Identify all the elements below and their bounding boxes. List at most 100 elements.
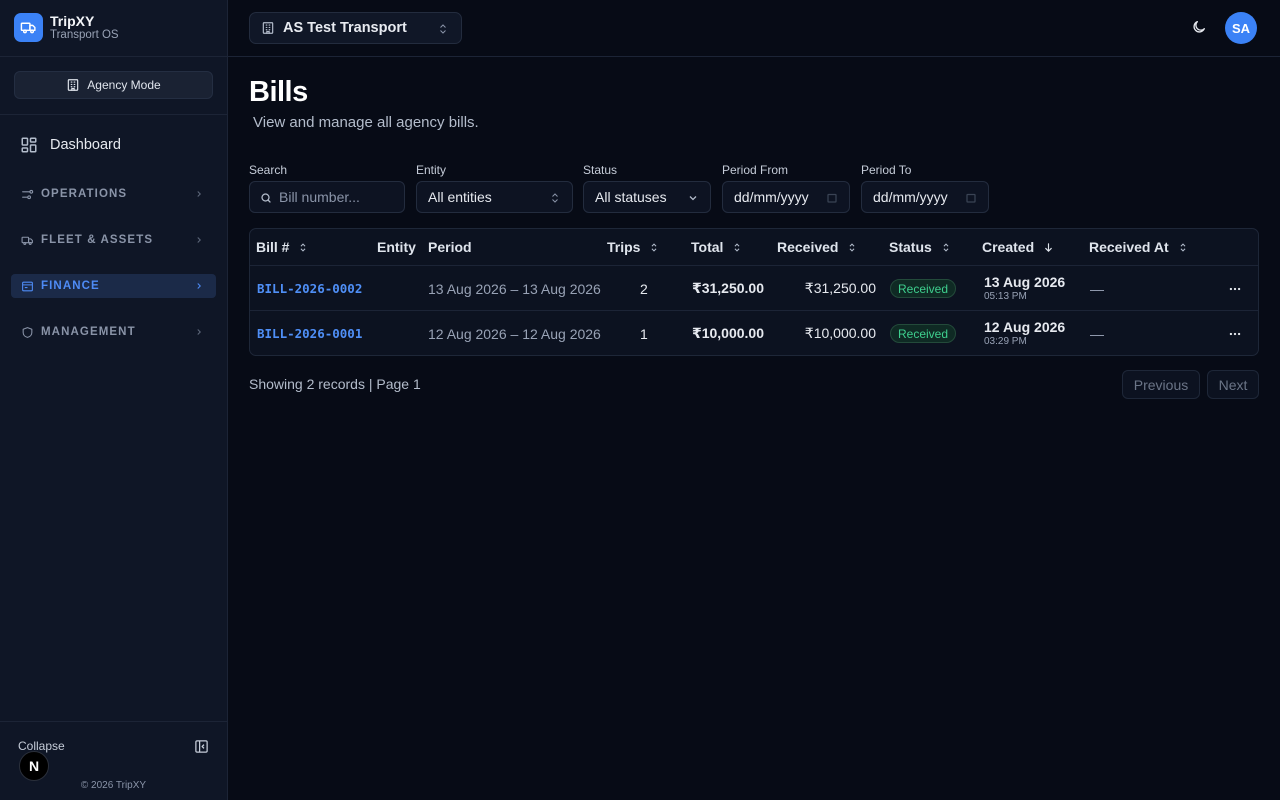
next-button[interactable]: Next (1207, 370, 1259, 399)
sort-icon (850, 242, 855, 252)
table-row[interactable]: BILL-2026-0002 13 Aug 2026 – 13 Aug 2026… (250, 265, 1258, 310)
chevrons-up-down-icon (552, 193, 558, 203)
building-icon (68, 79, 79, 91)
collapse-button[interactable]: Collapse (18, 739, 65, 753)
sidebar-group-label: FINANCE (41, 280, 100, 292)
trips-cell: 1 (640, 325, 648, 342)
entity-label: Entity (416, 163, 447, 177)
chevron-right-icon (197, 283, 201, 289)
bill-number-link[interactable]: BILL-2026-0001 (257, 326, 362, 341)
sort-icon (301, 242, 306, 252)
copyright: © 2026 TripXY (80, 780, 147, 791)
search-icon (261, 193, 271, 203)
column-header-status[interactable]: Status (889, 229, 951, 265)
column-header-period: Period (428, 229, 472, 265)
total-cell: ₹10,000.00 (691, 325, 764, 341)
page-subtitle: View and manage all agency bills. (253, 114, 479, 131)
column-header-label: Received (777, 239, 839, 255)
column-header-entity: Entity (377, 229, 416, 265)
column-header-trips[interactable]: Trips (607, 229, 659, 265)
calendar-icon[interactable] (826, 192, 838, 204)
more-horizontal-icon[interactable] (1228, 327, 1242, 341)
search-field[interactable] (249, 181, 405, 213)
column-header-label: Entity (377, 239, 416, 255)
received-at-cell: — (1090, 280, 1104, 297)
column-header-created[interactable]: Created (982, 229, 1054, 265)
shield-icon (22, 326, 33, 338)
table-row[interactable]: BILL-2026-0001 12 Aug 2026 – 12 Aug 2026… (250, 310, 1258, 355)
column-header-label: Status (889, 239, 932, 255)
sort-icon (1180, 242, 1186, 252)
topbar: AS Test Transport SA (228, 0, 1280, 57)
bills-table: Bill # Entity Period Trips Total Receive… (249, 228, 1259, 356)
column-header-label: Trips (607, 239, 641, 255)
organization-selector[interactable]: AS Test Transport (249, 12, 462, 44)
entity-select-value: All entities (428, 189, 492, 205)
bill-number-link[interactable]: BILL-2026-0002 (257, 281, 362, 296)
period-to-value: dd/mm/yyyy (873, 189, 948, 205)
column-header-received[interactable]: Received (777, 229, 857, 265)
column-header-total[interactable]: Total (691, 229, 742, 265)
received-cell: ₹10,000.00 (804, 325, 876, 341)
sort-icon (943, 242, 949, 252)
period-from-input[interactable]: dd/mm/yyyy (722, 181, 850, 213)
received-at-cell: — (1090, 325, 1104, 342)
period-from-value: dd/mm/yyyy (734, 189, 809, 205)
sidebar-group-label: MANAGEMENT (41, 326, 136, 338)
entity-select[interactable]: All entities (416, 181, 573, 213)
sidebar-group-fleet-assets[interactable]: FLEET & ASSETS (11, 228, 216, 252)
chevron-down-icon (689, 196, 697, 201)
receipt-icon (22, 281, 33, 291)
column-header-label: Total (691, 239, 724, 255)
truck-icon (21, 236, 33, 245)
sidebar-group-label: FLEET & ASSETS (41, 234, 154, 246)
sidebar-group-label: OPERATIONS (41, 188, 128, 200)
column-header-bill[interactable]: Bill # (256, 229, 308, 265)
sidebar-group-management[interactable]: MANAGEMENT (11, 320, 216, 344)
period-to-label: Period To (861, 163, 912, 177)
pagination-info: Showing 2 records | Page 1 (249, 376, 421, 392)
previous-button[interactable]: Previous (1122, 370, 1200, 399)
column-header-label: Received At (1089, 239, 1169, 255)
truck-icon (14, 13, 43, 43)
received-cell: ₹31,250.00 (804, 280, 876, 296)
dashboard-grid-icon (21, 137, 37, 153)
avatar[interactable]: N (19, 751, 49, 781)
sidebar-divider (0, 721, 227, 722)
organization-name: AS Test Transport (283, 20, 407, 36)
status-badge: Received (890, 324, 957, 343)
sidebar: TripXY Transport OS Agency Mode Dashboar… (0, 0, 228, 800)
chevron-right-icon (197, 191, 201, 197)
agency-mode-label: Agency Mode (87, 78, 161, 92)
agency-mode-button[interactable]: Agency Mode (14, 71, 213, 99)
more-horizontal-icon[interactable] (1228, 282, 1242, 296)
sidebar-item-dashboard[interactable]: Dashboard (20, 133, 121, 157)
status-select[interactable]: All statuses (583, 181, 711, 213)
created-date: 13 Aug 2026 (984, 273, 1066, 290)
status-badge: Received (890, 279, 957, 298)
operations-icon (22, 189, 34, 199)
column-header-label: Bill # (256, 239, 290, 255)
sidebar-group-operations[interactable]: OPERATIONS (11, 182, 216, 206)
user-avatar[interactable]: SA (1225, 12, 1257, 44)
chevron-right-icon (197, 237, 201, 243)
column-header-received-at[interactable]: Received At (1089, 229, 1188, 265)
period-from-label: Period From (722, 163, 789, 177)
sidebar-group-finance[interactable]: FINANCE (11, 274, 216, 298)
period-to-input[interactable]: dd/mm/yyyy (861, 181, 989, 213)
chevron-right-icon (197, 329, 201, 335)
search-input[interactable] (279, 189, 389, 205)
moon-icon[interactable] (1191, 19, 1207, 35)
column-header-label: Period (428, 239, 472, 255)
created-time: 05:13 PM (984, 291, 1027, 303)
created-time: 03:29 PM (984, 336, 1027, 348)
arrow-down-icon (1045, 242, 1052, 252)
brand-name: TripXY (50, 13, 95, 29)
brand[interactable]: TripXY Transport OS (14, 13, 119, 43)
panel-collapse-icon[interactable] (194, 739, 209, 754)
total-cell: ₹31,250.00 (691, 280, 764, 296)
status-label: Status (583, 163, 618, 177)
sort-icon (652, 242, 657, 252)
trips-cell: 2 (640, 280, 648, 297)
calendar-icon[interactable] (965, 192, 977, 204)
